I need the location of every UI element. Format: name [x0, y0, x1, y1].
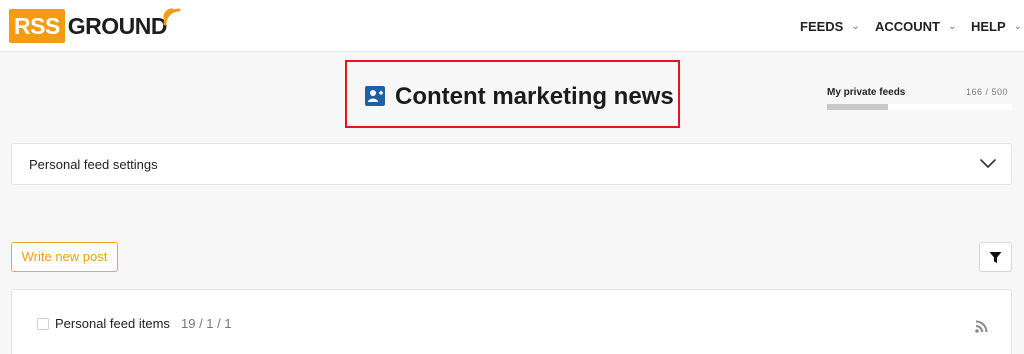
filter-icon: [989, 251, 1002, 263]
personal-feed-settings-label: Personal feed settings: [29, 157, 158, 172]
personal-feed-items-label: Personal feed items: [55, 316, 170, 331]
logo-rss-text: RSS: [9, 9, 65, 43]
nav-feeds[interactable]: FEEDS ⌄: [800, 0, 860, 52]
chevron-down-icon[interactable]: [980, 157, 996, 169]
logo-ground-text: GROUND: [67, 12, 168, 39]
personal-feed-items-counts: 19 / 1 / 1: [181, 316, 232, 331]
logo-waves-icon: [163, 8, 181, 26]
page-title: Content marketing news: [395, 83, 674, 110]
rss-icon[interactable]: [975, 320, 988, 333]
private-feeds-progress: [827, 104, 1012, 110]
nav-help[interactable]: HELP ⌄: [971, 0, 1022, 52]
chevron-down-icon: ⌄: [948, 20, 957, 32]
private-feeds-count: 166 / 500: [966, 87, 1009, 97]
nav-feeds-label: FEEDS: [800, 18, 844, 34]
nav-account[interactable]: ACCOUNT ⌄: [875, 0, 956, 52]
chevron-down-icon: ⌄: [1013, 20, 1023, 32]
top-navigation-bar: RSS GROUND FEEDS ⌄ ACCOUNT ⌄ HELP ⌄: [0, 0, 1024, 52]
private-feeds-label: My private feeds: [827, 87, 906, 98]
write-new-post-button[interactable]: Write new post: [11, 242, 118, 272]
filter-button[interactable]: [979, 242, 1012, 272]
private-feeds-progress-fill: [827, 104, 889, 110]
personal-feed-settings-panel[interactable]: Personal feed settings: [11, 143, 1012, 185]
nav-account-label: ACCOUNT: [875, 18, 940, 34]
add-user-icon: [365, 86, 385, 106]
personal-feed-items-panel: Personal feed items 19 / 1 / 1: [11, 289, 1012, 354]
rssground-logo[interactable]: RSS GROUND: [9, 8, 181, 43]
nav-help-label: HELP: [971, 18, 1006, 34]
chevron-down-icon: ⌄: [851, 20, 860, 32]
page-title-highlight: Content marketing news: [345, 60, 680, 128]
select-all-checkbox[interactable]: [37, 318, 49, 330]
